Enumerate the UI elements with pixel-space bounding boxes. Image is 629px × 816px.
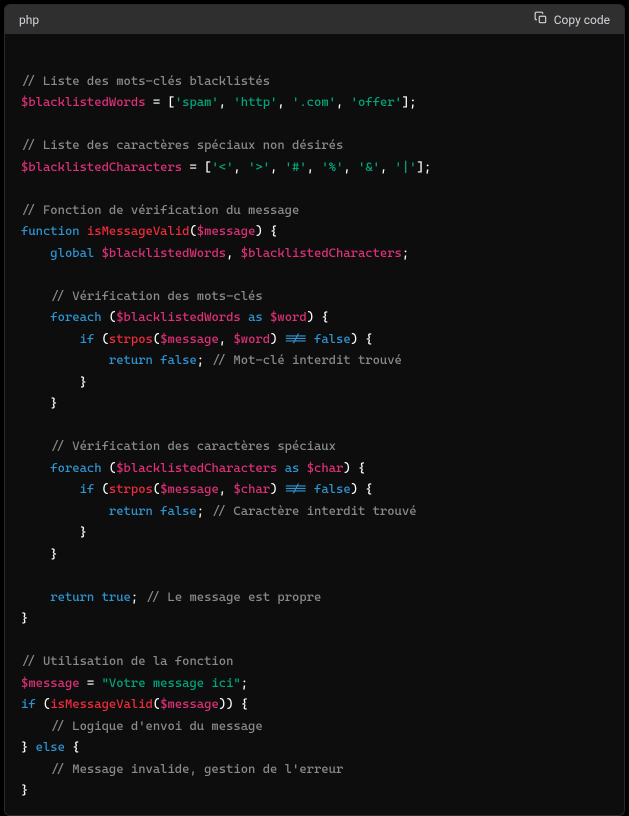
str: '|' bbox=[395, 159, 417, 174]
kw: function bbox=[21, 223, 80, 238]
kw: foreach bbox=[50, 309, 101, 324]
str: '>' bbox=[248, 159, 270, 174]
op: !== bbox=[285, 481, 307, 496]
kw: return bbox=[109, 352, 153, 367]
var: $message bbox=[160, 696, 219, 711]
copy-code-button[interactable]: Copy code bbox=[534, 11, 610, 28]
bool: false bbox=[314, 331, 351, 346]
var: $char bbox=[233, 481, 270, 496]
str: 'spam' bbox=[175, 94, 219, 109]
kw: if bbox=[80, 331, 95, 346]
comment: // Le message est propre bbox=[146, 589, 322, 604]
str: '<' bbox=[211, 159, 233, 174]
str: '.com' bbox=[292, 94, 336, 109]
bool: true bbox=[102, 589, 131, 604]
var: $blacklistedWords bbox=[116, 309, 241, 324]
fn: strpos bbox=[109, 331, 153, 346]
op: !== bbox=[285, 331, 307, 346]
kw: else bbox=[36, 739, 65, 754]
kw: return bbox=[109, 503, 153, 518]
str: '%' bbox=[321, 159, 343, 174]
var: $word bbox=[270, 309, 307, 324]
var: $word bbox=[233, 331, 270, 346]
comment: // Message invalide, gestion de l'erreur bbox=[50, 761, 343, 776]
var: $blacklistedCharacters bbox=[21, 159, 182, 174]
bool: false bbox=[314, 481, 351, 496]
fn: isMessageValid bbox=[87, 223, 190, 238]
var: $blacklistedCharacters bbox=[241, 245, 402, 260]
comment: // Vérification des mots-clés bbox=[50, 288, 262, 303]
bool: false bbox=[160, 352, 197, 367]
comment: // Mot-clé interdit trouvé bbox=[211, 352, 401, 367]
var: $blacklistedWords bbox=[102, 245, 227, 260]
kw: global bbox=[50, 245, 94, 260]
kw: return bbox=[50, 589, 94, 604]
fn: strpos bbox=[109, 481, 153, 496]
comment: // Fonction de vérification du message bbox=[21, 202, 299, 217]
str: 'offer' bbox=[351, 94, 402, 109]
comment: // Vérification des caractères spéciaux bbox=[50, 438, 336, 453]
kw: foreach bbox=[50, 460, 101, 475]
var: $message bbox=[160, 481, 219, 496]
var: $message bbox=[160, 331, 219, 346]
str: '#' bbox=[285, 159, 307, 174]
var: $blacklistedCharacters bbox=[116, 460, 277, 475]
var: $message bbox=[197, 223, 256, 238]
comment: // Logique d'envoi du message bbox=[50, 718, 262, 733]
code-body[interactable]: // Liste des mots-clés blacklistés $blac… bbox=[5, 34, 624, 815]
fn: isMessageValid bbox=[50, 696, 153, 711]
language-label: php bbox=[19, 13, 39, 27]
code-header: php Copy code bbox=[5, 5, 624, 34]
clipboard-icon bbox=[534, 11, 548, 28]
comment: // Utilisation de la fonction bbox=[21, 653, 233, 668]
comment: // Liste des caractères spéciaux non dés… bbox=[21, 137, 343, 152]
kw: as bbox=[248, 309, 263, 324]
var: $char bbox=[307, 460, 344, 475]
kw: as bbox=[285, 460, 300, 475]
copy-code-label: Copy code bbox=[554, 13, 610, 27]
str: 'http' bbox=[233, 94, 277, 109]
kw: if bbox=[80, 481, 95, 496]
var: $message bbox=[21, 675, 80, 690]
comment: // Caractère interdit trouvé bbox=[211, 503, 416, 518]
var: $blacklistedWords bbox=[21, 94, 146, 109]
str: "Votre message ici" bbox=[102, 675, 241, 690]
comment: // Liste des mots-clés blacklistés bbox=[21, 73, 270, 88]
kw: if bbox=[21, 696, 36, 711]
str: '&' bbox=[358, 159, 380, 174]
code-block: php Copy code // Liste des mots-clés bla… bbox=[4, 4, 625, 816]
bool: false bbox=[160, 503, 197, 518]
